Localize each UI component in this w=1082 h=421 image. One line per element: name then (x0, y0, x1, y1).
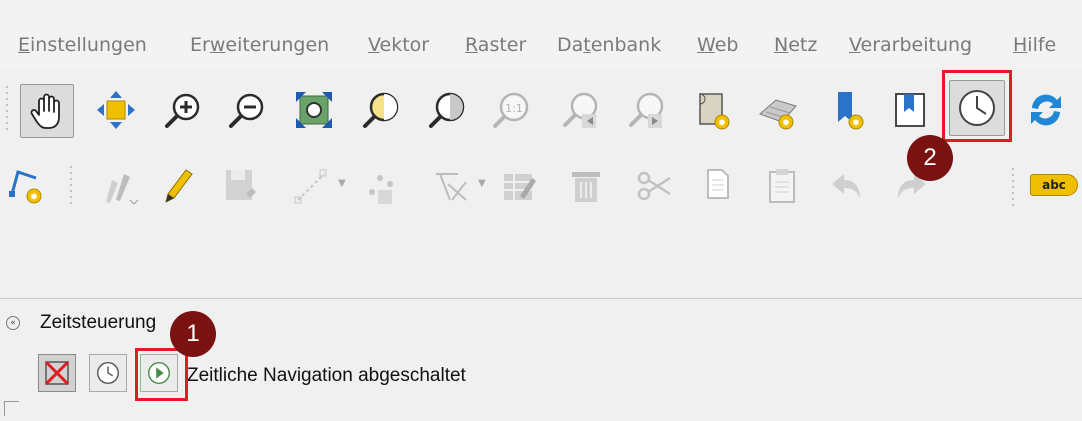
svg-text:1:1: 1:1 (505, 102, 523, 115)
pan-to-selection-icon (97, 91, 135, 129)
points-icon (369, 175, 393, 204)
play-icon (148, 362, 170, 384)
add-line-feature-button[interactable] (286, 160, 338, 212)
annotation-badge-2: 2 (907, 135, 953, 181)
toolbar-grip[interactable] (1010, 166, 1016, 206)
paste-icon (769, 169, 795, 203)
save-edits-button[interactable] (214, 160, 266, 212)
new-3d-map-view-icon: ✸ (759, 99, 797, 130)
zoom-to-selection-icon (363, 92, 399, 128)
line-feature-icon (294, 169, 327, 204)
annotation-badge-1: 1 (170, 311, 216, 357)
zoom-in-icon (165, 93, 200, 128)
zoom-full-button[interactable] (288, 84, 340, 136)
menu-raster[interactable]: Raster (465, 34, 526, 56)
zoom-out-button[interactable] (222, 84, 274, 136)
svg-text:✸: ✸ (30, 192, 38, 203)
menu-netz[interactable]: Netz (774, 34, 817, 56)
copy-features-button[interactable] (692, 160, 744, 212)
delete-selected-button[interactable] (560, 160, 612, 212)
zoom-last-button[interactable] (556, 84, 608, 136)
paste-features-button[interactable] (756, 160, 808, 212)
scissors-icon (637, 171, 671, 201)
toggle-editing-button[interactable] (150, 160, 202, 212)
table-pencil-icon (504, 174, 536, 200)
collapse-icon[interactable]: « (6, 316, 20, 330)
zoom-full-icon (296, 92, 332, 128)
show-spatial-bookmarks-icon (895, 93, 925, 127)
new-spatial-bookmark-button[interactable]: ✸ (822, 84, 874, 136)
new-layer-icon: ✸ (9, 170, 42, 204)
pencils-icon (106, 174, 139, 205)
label-tool-button[interactable]: abc (1030, 174, 1078, 196)
zoom-out-icon (229, 93, 264, 128)
temporal-controller-button[interactable] (949, 80, 1005, 136)
zoom-next-button[interactable] (622, 84, 674, 136)
menu-erweiterungen[interactable]: Erweiterungen (190, 34, 329, 56)
new-shapefile-layer-button[interactable]: ✸ (0, 160, 52, 212)
zoom-next-icon (629, 92, 664, 128)
undo-button[interactable] (822, 160, 874, 212)
undo-icon (832, 174, 860, 198)
dropdown-arrow-icon[interactable]: ▼ (478, 178, 486, 189)
animated-navigation-button[interactable] (140, 354, 178, 392)
menu-hilfe[interactable]: Hilfe (1013, 34, 1056, 56)
menu-einstellungen[interactable]: Einstellungen (18, 34, 147, 56)
fixed-range-navigation-button[interactable] (89, 354, 127, 392)
add-point-feature-button[interactable] (356, 160, 408, 212)
pencil-icon (165, 169, 193, 203)
menu-vektor[interactable]: Vektor (368, 34, 429, 56)
refresh-button[interactable] (1020, 84, 1072, 136)
label-tool-text: abc (1042, 178, 1066, 192)
trash-icon (572, 172, 600, 202)
zoom-native-icon: 1:1 (493, 92, 529, 128)
toolbar-grip[interactable] (4, 84, 10, 134)
zoom-to-selection-button[interactable] (356, 84, 408, 136)
new-map-view-icon: ✸ (699, 93, 730, 130)
pan-to-selection-button[interactable] (90, 84, 142, 136)
modify-attributes-button[interactable] (494, 160, 546, 212)
menu-web[interactable]: Web (697, 34, 738, 56)
save-icon (226, 170, 256, 200)
cut-features-button[interactable] (628, 160, 680, 212)
new-spatial-bookmark-icon: ✸ (838, 92, 864, 130)
zoom-native-button[interactable]: 1:1 (486, 84, 538, 136)
menu-verarbeitung[interactable]: Verarbeitung (849, 34, 972, 56)
temporal-controller-panel: « Zeitsteuerung Zeitliche Navigation abg… (0, 299, 1082, 421)
svg-text:✸: ✸ (782, 118, 790, 129)
panel-resize-corner[interactable] (4, 401, 19, 416)
current-edits-button[interactable] (92, 160, 144, 212)
zoom-last-icon (563, 92, 598, 128)
dropdown-arrow-icon[interactable]: ▼ (338, 178, 346, 189)
vertex-tool-button[interactable] (426, 160, 478, 212)
new-3d-map-view-button[interactable]: ✸ (752, 84, 804, 136)
clock-icon (97, 362, 119, 384)
vertex-tool-icon (436, 173, 467, 201)
navigation-status-text: Zeitliche Navigation abgeschaltet (187, 365, 466, 386)
clock-icon (959, 90, 995, 126)
turn-off-temporal-navigation-button[interactable] (38, 354, 76, 392)
zoom-to-layer-button[interactable] (422, 84, 474, 136)
toolbar-grip[interactable] (68, 164, 74, 208)
panel-title: Zeitsteuerung (40, 312, 157, 333)
copy-icon (707, 169, 729, 199)
pan-hand-button[interactable] (20, 84, 74, 138)
menu-bar: Einstellungen Erweiterungen Vektor Raste… (0, 0, 1082, 68)
show-spatial-bookmarks-button[interactable] (886, 84, 938, 136)
svg-text:✸: ✸ (852, 118, 860, 129)
zoom-to-layer-icon (429, 92, 465, 128)
empty-toolbar-area (0, 222, 1082, 299)
zoom-in-button[interactable] (158, 84, 210, 136)
svg-text:✸: ✸ (718, 118, 726, 129)
crossed-clock-icon (44, 360, 70, 386)
menu-datenbank[interactable]: Datenbank (557, 34, 661, 56)
new-map-view-button[interactable]: ✸ (688, 84, 740, 136)
refresh-icon (1031, 94, 1061, 126)
pan-hand-icon (30, 93, 60, 129)
